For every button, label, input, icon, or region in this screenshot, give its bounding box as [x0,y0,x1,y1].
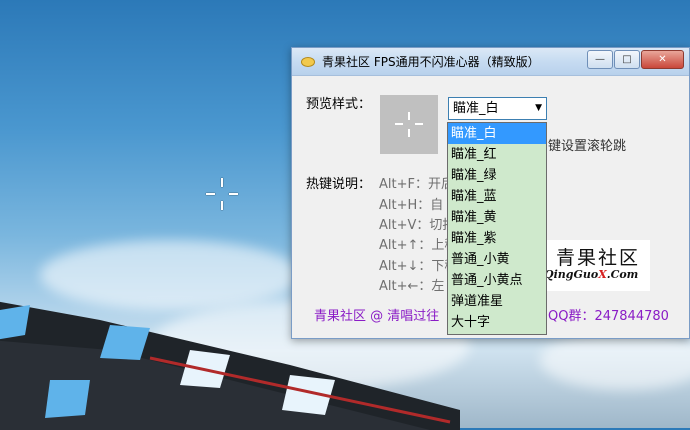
logo-url-text: QingGuoX.Com [544,268,638,281]
hotkey-line: Alt+↑：上移 [379,238,458,253]
logo-url-prefix: QingGuo [544,268,599,281]
dropdown-option[interactable]: 大十字 [448,312,546,333]
hotkey-line: Alt+V：切拍 [379,218,456,233]
crosshair-preview-icon [408,112,410,120]
crosshair-preview [380,95,438,154]
dropdown-option[interactable]: 瞄准_绿 [448,165,546,186]
hotkey-line: Alt+H：自 [379,198,444,213]
crosshair-preview-part [415,123,423,125]
logo-url-x: X [598,268,607,281]
crosshair-style-select[interactable]: 瞄准_白 ▼ [448,97,547,120]
dropdown-option[interactable]: 瞄准_蓝 [448,186,546,207]
app-icon [301,57,315,67]
logo-url-suffix: .Com [606,268,639,281]
community-logo: 青果社区 QingGuoX.Com [538,240,650,291]
hotkeys-label: 热键说明： [306,177,372,192]
dropdown-option[interactable]: 瞄准_紫 [448,228,546,249]
style-select-value: 瞄准_白 [453,101,499,116]
crosshair-preview-part [408,129,410,137]
close-button[interactable]: ✕ [641,50,684,69]
crosshair-overlay-icon [206,178,238,210]
dropdown-option[interactable]: 弹道准星 [448,291,546,312]
footer-qq-group: QQ群：247844780 [548,309,669,324]
hint-text: 键设置滚轮跳 [548,139,627,154]
dropdown-option[interactable]: 瞄准_黄 [448,207,546,228]
title-bar[interactable]: 青果社区 FPS通用不闪准心器（精致版） — □ ✕ [292,48,689,76]
close-icon: ✕ [658,54,667,65]
dropdown-option[interactable]: 普通_小黄点 [448,270,546,291]
dropdown-option[interactable]: 瞄准_白 [448,123,546,144]
minimize-button[interactable]: — [587,50,613,69]
maximize-button[interactable]: □ [614,50,640,69]
dropdown-option[interactable]: 普通_小黄 [448,249,546,270]
logo-cn-text: 青果社区 [556,247,641,269]
footer-author: 青果社区 @ 清唱过往 [314,309,440,324]
hotkey-line: Alt+F：开后 [379,177,454,192]
preview-label: 预览样式： [306,97,372,112]
chevron-down-icon[interactable]: ▼ [535,98,542,119]
crosshair-preview-part [395,123,403,125]
maximize-icon: □ [622,54,632,65]
cloud [540,330,690,390]
hotkey-line: Alt+←：左 [379,279,445,294]
hotkey-line: Alt+↓：下移 [379,259,458,274]
dropdown-option[interactable]: 瞄准_红 [448,144,546,165]
minimize-icon: — [595,54,605,65]
crosshair-style-dropdown: 瞄准_白 瞄准_红 瞄准_绿 瞄准_蓝 瞄准_黄 瞄准_紫 普通_小黄 普通_小… [447,122,547,335]
window-title: 青果社区 FPS通用不闪准心器（精致版） [322,55,540,69]
